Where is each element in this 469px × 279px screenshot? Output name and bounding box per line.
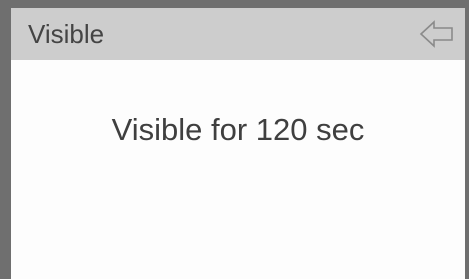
visibility-message: Visible for 120 sec: [111, 112, 365, 147]
screen-frame: Visible Visible for 120 sec: [0, 0, 469, 279]
back-button[interactable]: [419, 18, 455, 50]
back-arrow-icon: [419, 20, 453, 48]
page-title: Visible: [28, 19, 105, 49]
title-bar: Visible: [11, 8, 465, 60]
content-area: Visible for 120 sec: [11, 60, 465, 279]
